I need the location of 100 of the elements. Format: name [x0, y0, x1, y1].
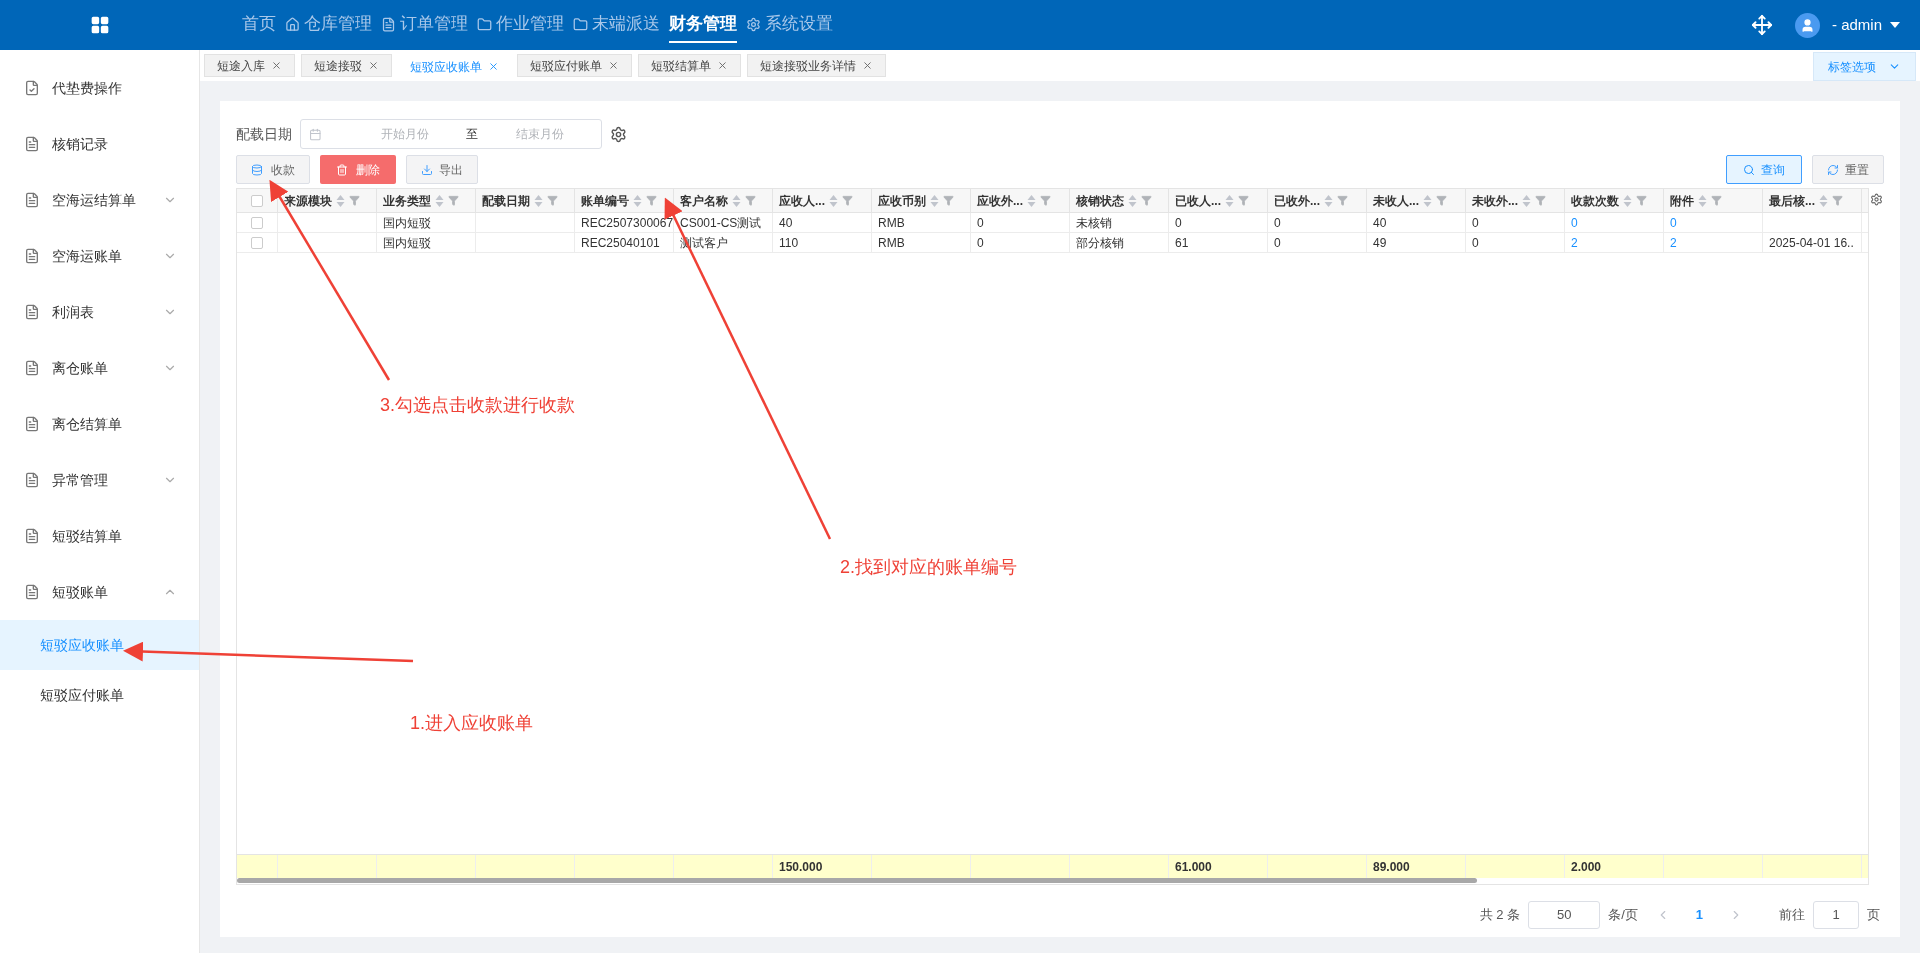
sidebar-item[interactable]: 短驳账单 — [0, 564, 199, 620]
sort-icon[interactable] — [435, 193, 444, 208]
table-cell-text: CS001-CS测试 — [680, 214, 762, 232]
filter-icon[interactable] — [943, 195, 954, 206]
sort-icon[interactable] — [1128, 193, 1137, 208]
table-cell-text: 0 — [1472, 234, 1479, 252]
filter-icon[interactable] — [1337, 195, 1348, 206]
column-header[interactable]: 最后核... — [1769, 191, 1815, 210]
total-value: 2.000 — [1571, 858, 1602, 876]
nav-item[interactable]: 作业管理 — [477, 7, 564, 43]
sidebar-item[interactable]: 空海运账单 — [0, 228, 199, 284]
goto-page-field[interactable]: 1 — [1813, 901, 1859, 929]
filter-icon[interactable] — [1040, 195, 1051, 206]
sort-icon[interactable] — [1522, 193, 1531, 208]
export-button[interactable]: 导出 — [406, 155, 478, 184]
table-cell-text: 0 — [1274, 234, 1281, 252]
table-cell-text: 49 — [1373, 234, 1387, 252]
goto-label: 前往 — [1779, 906, 1805, 925]
nav-item[interactable]: 财务管理 — [669, 7, 737, 43]
column-header[interactable]: 已收人... — [1175, 191, 1221, 210]
sort-icon[interactable] — [633, 193, 642, 208]
filter-icon[interactable] — [1436, 195, 1447, 206]
sort-icon[interactable] — [336, 193, 345, 208]
sidebar-item[interactable]: 异常管理 — [0, 452, 199, 508]
page-tab[interactable]: 短途接驳 — [301, 54, 392, 77]
column-header[interactable]: 配载日期 — [482, 191, 530, 210]
filter-icon[interactable] — [745, 195, 756, 206]
column-header[interactable]: 收款次数 — [1571, 191, 1619, 210]
caret-icon[interactable] — [1890, 22, 1900, 28]
close-icon — [368, 60, 379, 71]
sidebar-label: 异常管理 — [52, 470, 108, 490]
column-header[interactable]: 应收人... — [779, 191, 825, 210]
sort-icon[interactable] — [829, 193, 838, 208]
sidebar-item[interactable]: 离仓结算单 — [0, 396, 199, 452]
sidebar-item[interactable]: 短驳结算单 — [0, 508, 199, 564]
filter-icon[interactable] — [1141, 195, 1152, 206]
column-header[interactable]: 应收外... — [977, 191, 1023, 210]
table-cell-text: 0 — [977, 234, 984, 252]
filter-icon[interactable] — [1636, 195, 1647, 206]
reset-button[interactable]: 重置 — [1812, 155, 1884, 184]
column-header[interactable]: 业务类型 — [383, 191, 431, 210]
row-checkbox[interactable] — [251, 236, 263, 249]
user-name[interactable]: - admin — [1831, 13, 1882, 37]
sort-icon[interactable] — [1027, 193, 1036, 208]
sidebar-item[interactable]: 代垫费操作 — [0, 60, 199, 116]
scrollbar[interactable] — [237, 878, 1477, 883]
sidebar-item[interactable]: 利润表 — [0, 284, 199, 340]
sidebar-item[interactable]: 核销记录 — [0, 116, 199, 172]
settings-icon[interactable] — [610, 125, 627, 143]
sort-icon[interactable] — [534, 193, 543, 208]
collect-button[interactable]: 收款 — [236, 155, 310, 184]
table-cell-text: 0 — [1274, 214, 1281, 232]
column-header[interactable]: 应收币别 — [878, 191, 926, 210]
sidebar-subitem[interactable]: 短驳应付账单 — [0, 670, 199, 720]
apps-icon[interactable] — [90, 15, 110, 35]
filter-icon[interactable] — [547, 195, 558, 206]
sort-icon[interactable] — [1698, 193, 1707, 208]
filter-icon[interactable] — [448, 195, 459, 206]
page-tab[interactable]: 短驳结算单 — [638, 54, 741, 77]
date-range-field[interactable]: 开始月份 至 结束月份 — [300, 119, 602, 149]
sort-icon[interactable] — [1423, 193, 1432, 208]
close-icon — [717, 60, 728, 71]
settings-icon[interactable] — [1870, 193, 1883, 206]
page-tab[interactable]: 短途接驳业务详情 — [747, 54, 886, 77]
filter-icon[interactable] — [842, 195, 853, 206]
folder-icon — [477, 16, 492, 32]
filter-icon[interactable] — [349, 195, 360, 206]
filter-icon[interactable] — [1711, 195, 1722, 206]
sort-icon[interactable] — [732, 193, 741, 208]
filter-icon[interactable] — [1238, 195, 1249, 206]
select-all-checkbox[interactable] — [251, 194, 263, 207]
user-avatar[interactable] — [1794, 12, 1820, 38]
row-checkbox[interactable] — [251, 216, 263, 229]
sort-icon[interactable] — [1324, 193, 1333, 208]
column-header[interactable]: 未收外... — [1472, 191, 1518, 210]
nav-item[interactable]: 订单管理 — [381, 7, 468, 43]
column-header[interactable]: 核销状态 — [1076, 191, 1124, 210]
sidebar-item[interactable]: 空海运结算单 — [0, 172, 199, 228]
fullscreen-icon[interactable] — [1750, 14, 1773, 36]
nav-item[interactable]: 首页 — [242, 7, 276, 43]
column-header[interactable]: 附件 — [1670, 191, 1694, 210]
column-header[interactable]: 来源模块 — [284, 191, 332, 210]
page-tab[interactable]: 短途入库 — [204, 54, 295, 77]
page-tab[interactable]: 短驳应付账单 — [517, 54, 632, 77]
nav-item[interactable]: 仓库管理 — [285, 7, 372, 43]
filter-icon[interactable] — [1535, 195, 1546, 206]
sort-icon[interactable] — [1819, 193, 1828, 208]
sort-icon[interactable] — [1225, 193, 1234, 208]
filter-icon[interactable] — [1832, 195, 1843, 206]
filter-icon[interactable] — [646, 195, 657, 206]
column-header[interactable]: 已收外... — [1274, 191, 1320, 210]
page-size-field[interactable]: 50 — [1528, 901, 1601, 929]
column-header[interactable]: 未收人... — [1373, 191, 1419, 210]
column-header[interactable]: 客户名称 — [680, 191, 728, 210]
total-value: 89.000 — [1373, 858, 1410, 876]
sort-icon[interactable] — [930, 193, 939, 208]
column-header[interactable]: 账单编号 — [581, 191, 629, 210]
sidebar-item[interactable]: 离仓账单 — [0, 340, 199, 396]
sort-icon[interactable] — [1623, 193, 1632, 208]
page-unit-label: 页 — [1867, 906, 1880, 925]
